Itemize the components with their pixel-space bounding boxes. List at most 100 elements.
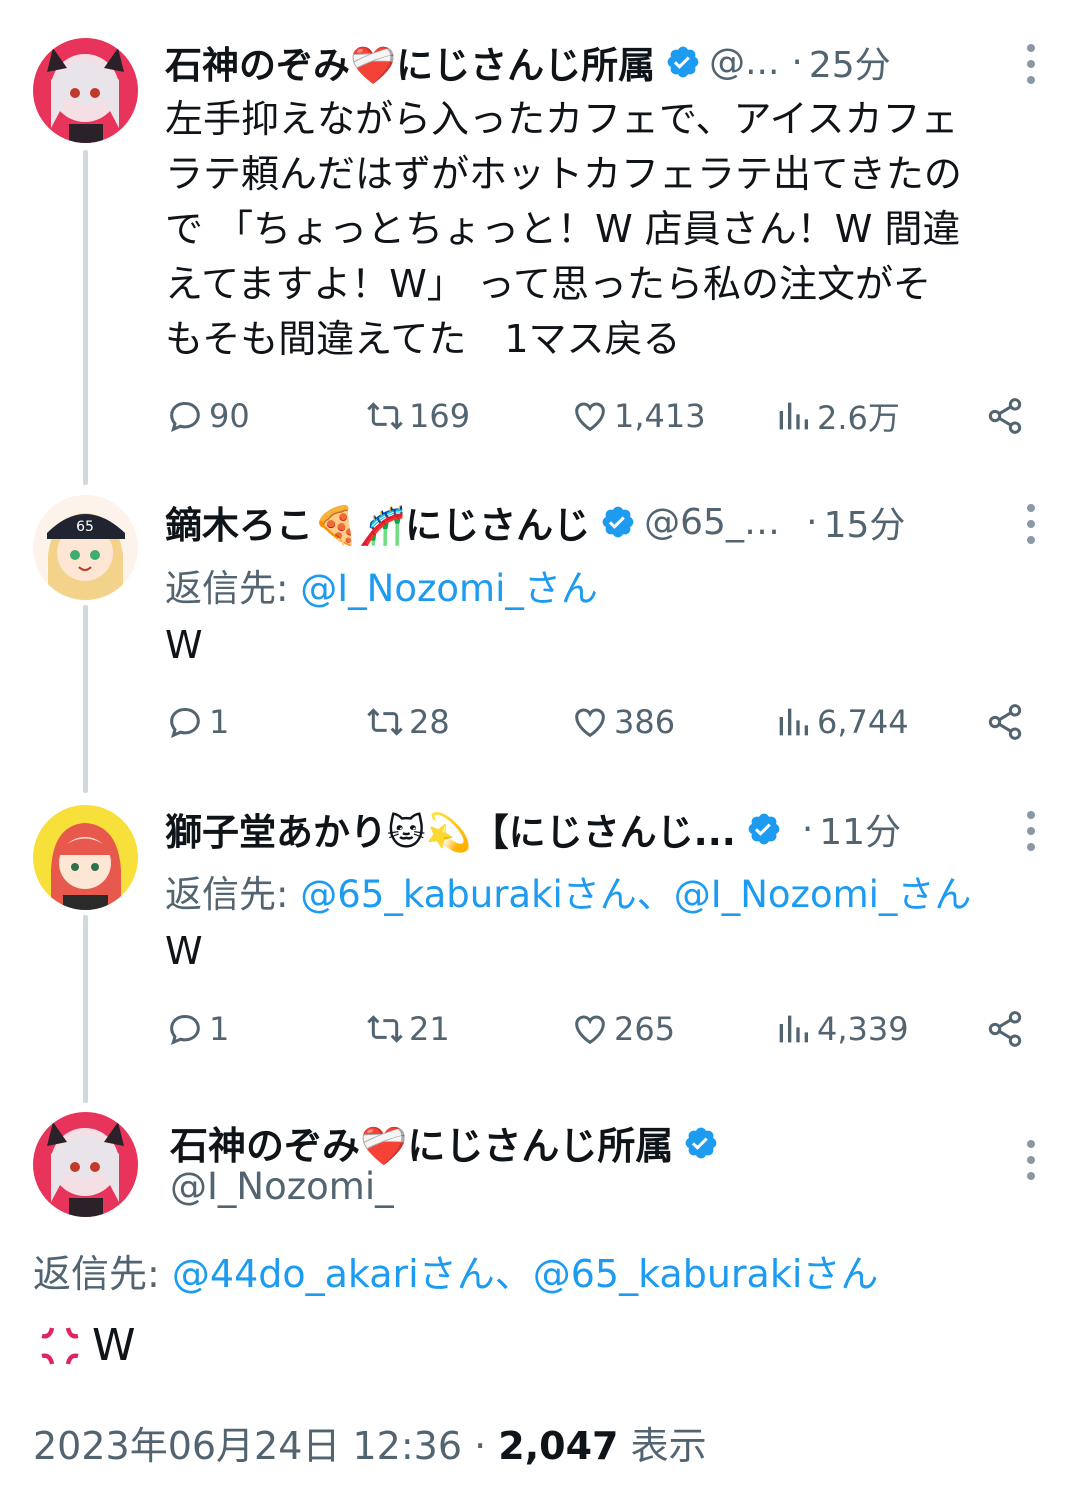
like-button[interactable]: 1,413 [570, 388, 706, 444]
views-count: 2.6万 [817, 399, 900, 437]
tweet-header: 獅子堂あかり🐱💫【にじさんじ... · 11分 [165, 801, 1020, 857]
more-options-icon[interactable] [1026, 1140, 1036, 1180]
reply-to-label: 返信先: [165, 567, 289, 610]
timestamp[interactable]: 25分 [809, 36, 891, 88]
like-button[interactable]: 386 [570, 694, 675, 750]
action-bar: 1 28 386 6,744 [165, 694, 1025, 750]
views-button[interactable]: 2.6万 [773, 388, 900, 444]
text-line: 左手抑えながら入ったカフェで、アイスカフェ [165, 97, 959, 141]
reply-to: 返信先: @65_kaburakiさん、@I_Nozomi_さん [165, 864, 971, 918]
separator-dot: · [791, 41, 803, 83]
action-bar: 1 21 265 4,339 [165, 1001, 1025, 1057]
reply-to-label: 返信先: [33, 1252, 160, 1296]
svg-text:65: 65 [76, 519, 94, 535]
retweet-count: 21 [409, 1010, 450, 1048]
retweet-count: 169 [409, 397, 471, 435]
reply-icon [170, 1014, 200, 1045]
reply-to-label: 返信先: [165, 873, 289, 916]
tweet-text: 💢 W [36, 1320, 136, 1371]
reply-to: 返信先: @I_Nozomi_さん [165, 558, 598, 612]
handle[interactable]: @... [709, 42, 779, 83]
retweet-icon [367, 402, 403, 430]
reply-button[interactable]: 1 [165, 694, 229, 750]
datetime[interactable]: 2023年06月24日 12:36 [33, 1424, 462, 1468]
text-line: もそも間違えてた 1マス戻る [165, 317, 681, 361]
reply-mentions[interactable]: @44do_akariさん、@65_kaburakiさん [172, 1252, 878, 1296]
text-line: えてますよ！W」 って思ったら私の注文がそ [165, 262, 931, 306]
more-options-icon[interactable] [1026, 44, 1036, 84]
like-icon [575, 708, 605, 738]
display-name[interactable]: 鏑木ろこ🍕🎢にじさんじ [165, 495, 590, 549]
share-button[interactable] [985, 388, 1025, 444]
reply-button[interactable]: 1 [165, 1001, 229, 1057]
main-name-row: 石神のぞみ❤️‍🩹にじさんじ所属 [170, 1115, 727, 1170]
thread-line-2 [83, 605, 88, 793]
retweet-icon [367, 1015, 403, 1043]
share-icon [988, 1011, 1022, 1047]
share-icon [988, 398, 1022, 434]
action-bar: 90 169 1,413 2.6万 [165, 388, 1025, 444]
display-name[interactable]: 石神のぞみ❤️‍🩹にじさんじ所属 [165, 35, 655, 89]
retweet-button[interactable]: 21 [365, 1001, 450, 1057]
views-icon [779, 402, 808, 430]
like-icon [575, 1015, 605, 1045]
share-button[interactable] [985, 694, 1025, 750]
more-options-icon[interactable] [1026, 811, 1036, 851]
reply-mentions[interactable]: @65_kaburakiさん、@I_Nozomi_さん [300, 873, 971, 916]
thread-line-1 [83, 150, 88, 485]
tweet-header: 鏑木ろこ🍕🎢にじさんじ @65_k... · 15分 [165, 494, 1020, 550]
reply-count: 90 [209, 397, 250, 435]
like-button[interactable]: 265 [570, 1001, 675, 1057]
display-name[interactable]: 石神のぞみ❤️‍🩹にじさんじ所属 [170, 1115, 673, 1170]
anger-emoji-icon [41, 1326, 79, 1365]
views-label: 表示 [630, 1424, 707, 1468]
reply-button[interactable]: 90 [165, 388, 250, 444]
views-button[interactable]: 6,744 [773, 694, 909, 750]
views-icon [779, 708, 808, 736]
views-count: 4,339 [817, 1010, 909, 1048]
retweet-button[interactable]: 28 [365, 694, 450, 750]
verified-badge-icon [748, 813, 780, 845]
views-count: 6,744 [817, 703, 909, 741]
verified-badge-icon [667, 46, 699, 78]
avatar-nozomi-main[interactable] [33, 1112, 138, 1217]
handle[interactable]: @I_Nozomi_ [170, 1165, 394, 1208]
avatar-akari[interactable] [33, 805, 138, 910]
retweet-count: 28 [409, 703, 450, 741]
tweet-meta: 2023年06月24日 12:36 · 2,047 表示 [33, 1415, 707, 1470]
avatar-roko[interactable]: 65 [33, 495, 138, 600]
retweet-icon [367, 708, 403, 736]
text-line: で 「ちょっとちょっと！W 店員さん！W 間違 [165, 207, 961, 251]
text-line: ラテ頼んだはずがホットカフェラテ出てきたの [165, 152, 962, 196]
tweet-text: 左手抑えながら入ったカフェで、アイスカフェ ラテ頼んだはずがホットカフェラテ出て… [165, 92, 1060, 367]
tweet-text: W [165, 929, 203, 973]
tweet-header: 石神のぞみ❤️‍🩹にじさんじ所属 @... · 25分 [165, 34, 1020, 90]
thread-line-3 [83, 915, 88, 1103]
handle[interactable]: @65_k... [644, 502, 794, 543]
main-text: W [92, 1320, 136, 1371]
share-button[interactable] [985, 1001, 1025, 1057]
reply-count: 1 [209, 703, 230, 741]
display-name[interactable]: 獅子堂あかり🐱💫【にじさんじ... [165, 802, 736, 856]
reply-icon [170, 707, 200, 738]
like-icon [575, 402, 605, 432]
like-count: 265 [614, 1010, 676, 1048]
timestamp[interactable]: 15分 [824, 496, 906, 548]
verified-badge-icon [685, 1127, 717, 1158]
reply-mentions[interactable]: @I_Nozomi_さん [300, 567, 598, 610]
views-icon [779, 1015, 808, 1043]
avatar-nozomi[interactable] [33, 38, 138, 143]
share-icon [988, 704, 1022, 740]
reply-count: 1 [209, 1010, 230, 1048]
like-count: 1,413 [614, 397, 706, 435]
tweet-text: W [165, 623, 203, 667]
views-button[interactable]: 4,339 [773, 1001, 909, 1057]
views-count: 2,047 [498, 1424, 619, 1468]
retweet-button[interactable]: 169 [365, 388, 470, 444]
like-count: 386 [614, 703, 676, 741]
timestamp[interactable]: 11分 [819, 803, 901, 855]
reply-to: 返信先: @44do_akariさん、@65_kaburakiさん [33, 1243, 878, 1298]
separator-dot: · [806, 501, 818, 543]
more-options-icon[interactable] [1026, 504, 1036, 544]
verified-badge-icon [602, 506, 634, 538]
